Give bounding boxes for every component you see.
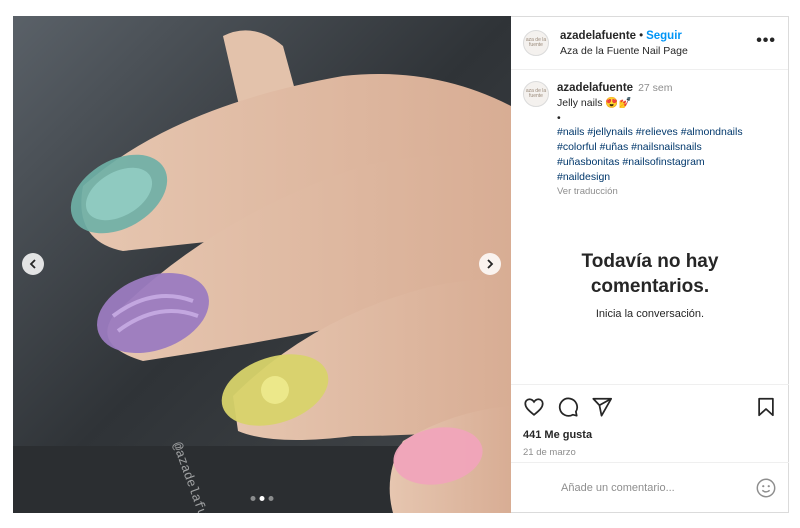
heart-icon[interactable] (523, 396, 545, 418)
carousel-prev-button[interactable] (22, 253, 44, 275)
page-name[interactable]: Aza de la Fuente Nail Page (560, 44, 688, 59)
emoji-icon[interactable] (755, 477, 777, 499)
share-icon[interactable] (591, 396, 613, 418)
empty-comments-title: Todavía no hay comentarios. (581, 251, 719, 297)
follow-button[interactable]: Seguir (646, 30, 682, 42)
chevron-left-icon (29, 259, 36, 269)
carousel-dots (250, 496, 274, 501)
instagram-post-modal: @azadelafuente aza de la fuente azadelaf… (0, 0, 800, 528)
post-image[interactable]: @azadelafuente (13, 16, 511, 513)
chevron-right-icon (487, 259, 494, 269)
avatar-logo: aza de la fuente (525, 88, 547, 99)
post-header: aza de la fuente azadelafuente • Seguir Az… (511, 17, 788, 70)
caption-bullet: • (557, 111, 561, 124)
post-date[interactable]: 21 de marzo (523, 447, 777, 458)
hashtags-line[interactable]: #naildesign (557, 170, 767, 185)
action-icons (523, 395, 777, 419)
carousel-dot (268, 496, 274, 501)
nail-photo: @azadelafuente (13, 16, 511, 513)
caption-username[interactable]: azadelafuente (557, 82, 633, 94)
header-username[interactable]: azadelafuente (560, 30, 636, 42)
likes-count[interactable]: 441 Me gusta (523, 429, 777, 441)
action-bar: 441 Me gusta 21 de marzo (511, 384, 789, 458)
comment-input[interactable] (561, 481, 755, 494)
carousel-dot-active (259, 496, 265, 501)
carousel-dot (250, 496, 256, 501)
see-translation-link[interactable]: Ver traducción (557, 185, 767, 200)
empty-comments-subtitle: Inicia la conversación. (595, 308, 705, 320)
carousel-next-button[interactable] (479, 253, 501, 275)
more-options-icon[interactable]: ••• (756, 33, 776, 49)
hashtags-line[interactable]: #nails #jellynails #relieves #almondnail… (557, 125, 767, 140)
header-separator: • (639, 30, 644, 42)
avatar-logo: aza de la fuente (525, 37, 547, 48)
add-comment-bar (511, 462, 789, 512)
empty-comments: Todavía no hay comentarios. Inicia la co… (511, 249, 789, 320)
caption-time[interactable]: 27 sem (638, 82, 672, 94)
hashtags-line[interactable]: #uñasbonitas #nailsofinstagram (557, 155, 767, 170)
caption-avatar[interactable]: aza de la fuente (523, 81, 549, 107)
hashtags-line[interactable]: #colorful #uñas #nailsnailsnails (557, 140, 767, 155)
caption: aza de la fuente azadelafuente 27 sem Jel… (511, 70, 788, 199)
caption-body: azadelafuente 27 sem Jelly nails 😍💅 • #na… (557, 81, 767, 199)
post-sidebar: aza de la fuente azadelafuente • Seguir Az… (511, 16, 789, 513)
bookmark-icon[interactable] (755, 396, 777, 418)
avatar[interactable]: aza de la fuente (523, 30, 549, 56)
header-text: azadelafuente • Seguir Aza de la Fuente Na… (560, 27, 688, 59)
comment-icon[interactable] (557, 396, 579, 418)
caption-text: Jelly nails 😍💅 (557, 96, 632, 109)
